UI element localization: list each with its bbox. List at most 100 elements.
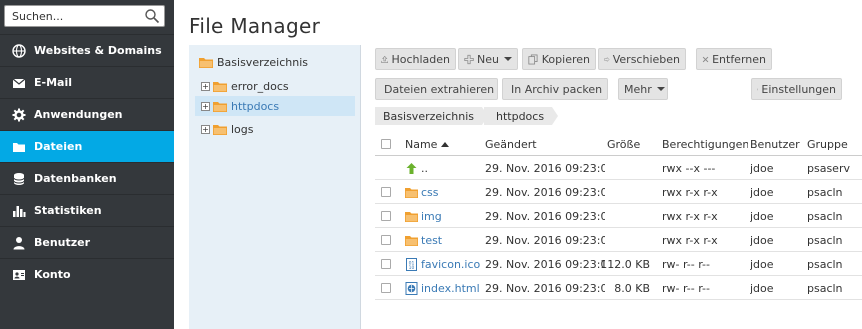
sidebar-item-label: Anwendungen xyxy=(34,108,123,121)
tree-node-error-docs[interactable]: + error_docs xyxy=(201,76,359,96)
table-row[interactable]: css 29. Nov. 2016 09:23:05 rwx r-x r-x j… xyxy=(375,180,862,204)
row-checkbox[interactable] xyxy=(381,235,391,245)
sidebar-item-databases[interactable]: Datenbanken xyxy=(0,162,174,194)
add-to-archive-button[interactable]: In Archiv packen xyxy=(502,78,608,100)
sliders-icon xyxy=(757,88,759,90)
column-header-group[interactable]: Gruppe xyxy=(807,132,862,156)
sidebar-item-email[interactable]: E-Mail xyxy=(0,66,174,98)
account-icon xyxy=(12,268,26,282)
file-group: psacln xyxy=(807,257,843,271)
database-icon xyxy=(12,172,26,186)
file-permissions: rw- r-- r-- xyxy=(662,281,710,295)
search-box[interactable] xyxy=(4,5,165,27)
sidebar-item-label: Websites & Domains xyxy=(34,44,162,57)
bar-chart-icon xyxy=(12,204,26,218)
upload-label: Hochladen xyxy=(391,52,450,66)
select-all-checkbox[interactable] xyxy=(381,139,391,149)
tree-node-root[interactable]: Basisverzeichnis xyxy=(199,52,359,72)
extract-label: Dateien extrahieren xyxy=(384,82,495,96)
search-input[interactable] xyxy=(5,6,143,26)
sidebar-item-statistics[interactable]: Statistiken xyxy=(0,194,174,226)
column-header-size[interactable]: Größe xyxy=(607,132,657,156)
expand-icon[interactable]: + xyxy=(201,81,210,91)
file-modified: 29. Nov. 2016 09:23:05 xyxy=(485,257,605,271)
archive-label: In Archiv packen xyxy=(511,82,603,96)
tree-node-logs[interactable]: + logs xyxy=(201,119,359,139)
file-size xyxy=(607,204,650,228)
new-button[interactable]: Neu xyxy=(458,48,518,70)
file-modified: 29. Nov. 2016 09:23:05 xyxy=(485,233,605,247)
table-row[interactable]: test 29. Nov. 2016 09:23:05 rwx r-x r-x … xyxy=(375,228,862,252)
plus-icon xyxy=(464,54,474,64)
file-name[interactable]: .. xyxy=(405,156,481,180)
file-modified: 29. Nov. 2016 09:23:05 xyxy=(485,281,605,295)
table-row[interactable]: .. 29. Nov. 2016 09:23:07 rwx --x --- jd… xyxy=(375,156,862,180)
move-label: Verschieben xyxy=(612,52,680,66)
sidebar-item-websites-domains[interactable]: Websites & Domains xyxy=(0,34,174,66)
expand-icon[interactable]: + xyxy=(201,124,210,134)
more-button[interactable]: Mehr xyxy=(618,78,668,100)
file-size: 8.0 KB xyxy=(614,281,650,295)
expand-icon[interactable]: + xyxy=(201,101,210,111)
folder-tree: Basisverzeichnis + error_docs + httpdocs… xyxy=(189,45,361,329)
row-checkbox[interactable] xyxy=(381,283,391,293)
close-icon xyxy=(702,56,709,62)
html-file-icon xyxy=(405,281,418,295)
sidebar: Websites & Domains E-Mail Anwendungen Da… xyxy=(0,0,174,329)
table-row[interactable]: img 29. Nov. 2016 09:23:05 rwx r-x r-x j… xyxy=(375,204,862,228)
file-permissions: rwx r-x r-x xyxy=(662,209,718,223)
file-name[interactable]: 01 10 favicon.ico xyxy=(405,252,481,276)
extract-files-button[interactable]: Dateien extrahieren xyxy=(375,78,498,100)
column-header-name[interactable]: Name xyxy=(405,132,481,156)
upload-icon xyxy=(381,55,389,63)
breadcrumb-item-current[interactable]: httpdocs xyxy=(483,107,559,125)
file-size xyxy=(607,180,650,204)
row-checkbox[interactable] xyxy=(381,259,391,269)
file-user: jdoe xyxy=(750,209,774,223)
breadcrumb: Basisverzeichnis httpdocs xyxy=(375,107,559,125)
remove-button[interactable]: Entfernen xyxy=(696,48,772,70)
sidebar-item-label: Statistiken xyxy=(34,204,102,217)
copy-label: Kopieren xyxy=(541,52,590,66)
chevron-down-icon xyxy=(656,87,665,91)
remove-label: Entfernen xyxy=(712,52,766,66)
column-header-modified[interactable]: Geändert xyxy=(485,132,605,156)
sidebar-item-account[interactable]: Konto xyxy=(0,258,174,290)
file-user: jdoe xyxy=(750,233,774,247)
binary-file-icon: 0110 xyxy=(406,257,417,271)
row-checkbox[interactable] xyxy=(381,187,391,197)
table-row[interactable]: index.html 29. Nov. 2016 09:23:05 8.0 KB… xyxy=(375,276,862,300)
sidebar-item-label: Konto xyxy=(34,268,71,281)
file-user: jdoe xyxy=(750,185,774,199)
file-group: psacln xyxy=(807,233,843,247)
column-header-user[interactable]: Benutzer xyxy=(750,132,805,156)
upload-button[interactable]: Hochladen xyxy=(375,48,456,70)
sidebar-item-users[interactable]: Benutzer xyxy=(0,226,174,258)
search-icon[interactable] xyxy=(144,8,160,24)
chevron-down-icon xyxy=(504,57,512,61)
file-name[interactable]: test xyxy=(405,228,481,252)
settings-label: Einstellungen xyxy=(761,82,836,96)
sidebar-item-files[interactable]: Dateien xyxy=(0,130,174,162)
file-name[interactable]: index.html xyxy=(405,276,481,300)
settings-button[interactable]: Einstellungen xyxy=(751,78,842,100)
sidebar-item-applications[interactable]: Anwendungen xyxy=(0,98,174,130)
column-header-permissions[interactable]: Berechtigungen xyxy=(662,132,748,156)
folder-icon xyxy=(405,235,418,246)
folder-icon xyxy=(213,101,227,112)
file-name[interactable]: img xyxy=(405,204,481,228)
row-checkbox[interactable] xyxy=(381,211,391,221)
tree-node-label: Basisverzeichnis xyxy=(217,55,308,69)
tree-node-label: error_docs xyxy=(231,79,289,93)
folder-icon xyxy=(213,124,227,135)
tree-node-label: httpdocs xyxy=(231,99,280,113)
tree-node-httpdocs[interactable]: + httpdocs xyxy=(195,96,355,116)
copy-button[interactable]: Kopieren xyxy=(522,48,596,70)
file-group: psacln xyxy=(807,281,843,295)
table-row[interactable]: 01 10 favicon.ico 29. Nov. 2016 09:23:05 … xyxy=(375,252,862,276)
file-name[interactable]: css xyxy=(405,180,481,204)
move-button[interactable]: Verschieben xyxy=(598,48,686,70)
envelope-icon xyxy=(12,76,26,90)
breadcrumb-item-root[interactable]: Basisverzeichnis xyxy=(375,107,488,125)
folder-icon xyxy=(213,81,227,92)
